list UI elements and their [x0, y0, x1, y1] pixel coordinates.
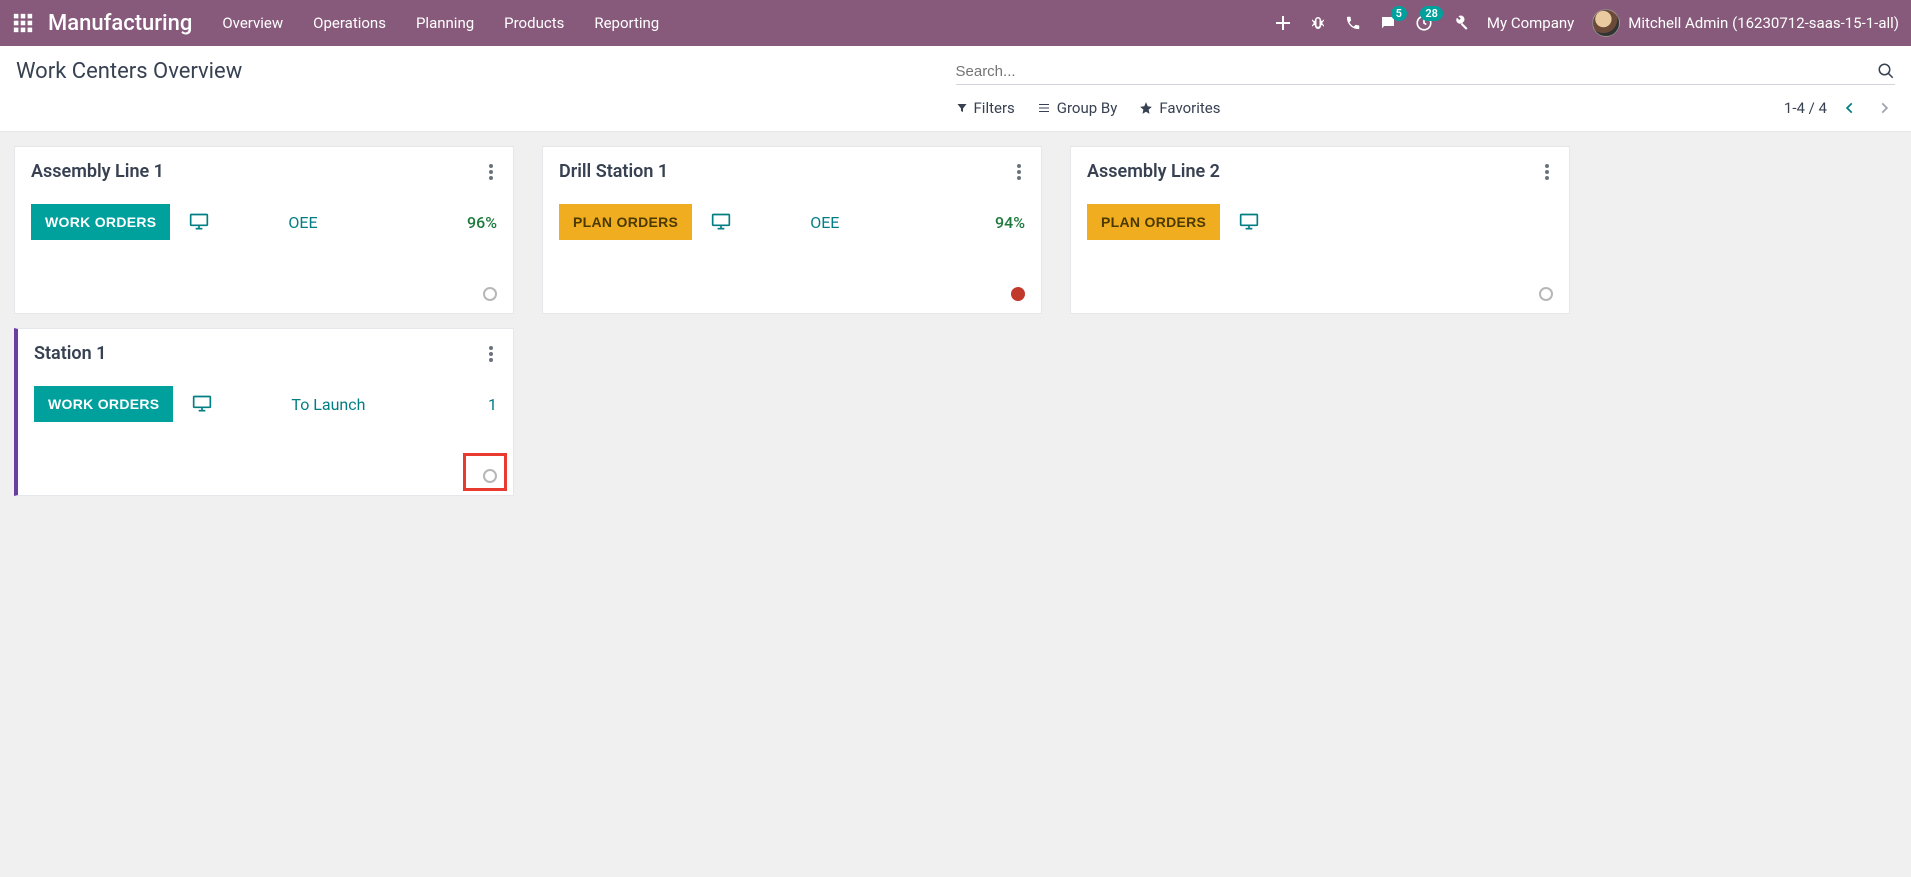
app-brand[interactable]: Manufacturing	[48, 11, 192, 36]
status-dot[interactable]	[483, 469, 497, 483]
dots-vertical-icon	[1017, 164, 1021, 180]
kanban-column-1: Assembly Line 1 WORK ORDERS OEE 96% Stat…	[14, 146, 514, 496]
user-menu[interactable]: Mitchell Admin (16230712-saas-15-1-all)	[1592, 9, 1899, 37]
plus-icon[interactable]	[1275, 15, 1291, 31]
dots-vertical-icon	[489, 346, 493, 362]
card-menu-icon[interactable]	[1013, 162, 1025, 182]
card-assembly-line-2[interactable]: Assembly Line 2 PLAN ORDERS	[1070, 146, 1570, 314]
search-icon[interactable]	[1877, 62, 1895, 80]
favorites-label: Favorites	[1159, 99, 1220, 117]
messages-badge: 5	[1391, 6, 1407, 21]
monitor-icon[interactable]	[191, 394, 213, 414]
activities-icon[interactable]: 28	[1415, 14, 1433, 32]
nav-planning[interactable]: Planning	[416, 14, 474, 32]
pager-prev[interactable]	[1839, 97, 1861, 119]
dots-vertical-icon	[489, 164, 493, 180]
kanban-column-3: Assembly Line 2 PLAN ORDERS	[1070, 146, 1570, 496]
chevron-left-icon	[1843, 101, 1857, 115]
groupby-button[interactable]: Group By	[1037, 99, 1118, 117]
plan-orders-button[interactable]: PLAN ORDERS	[1087, 204, 1220, 240]
oee-label[interactable]: OEE	[288, 213, 317, 232]
funnel-icon	[956, 102, 968, 114]
monitor-icon[interactable]	[188, 212, 210, 232]
control-panel: Work Centers Overview Filters Group By F…	[0, 46, 1911, 132]
card-menu-icon[interactable]	[485, 344, 497, 364]
monitor-icon[interactable]	[710, 212, 732, 232]
status-dot[interactable]	[1539, 287, 1553, 301]
card-title: Assembly Line 2	[1087, 161, 1220, 182]
to-launch-label[interactable]: To Launch	[291, 395, 365, 414]
work-orders-button[interactable]: WORK ORDERS	[31, 204, 170, 240]
nav-products[interactable]: Products	[504, 14, 564, 32]
oee-value[interactable]: 96%	[467, 213, 497, 232]
nav-right: 5 28 My Company Mitchell Admin (16230712…	[1275, 9, 1899, 37]
favorites-button[interactable]: Favorites	[1139, 99, 1220, 117]
chevron-right-icon	[1877, 101, 1891, 115]
user-name: Mitchell Admin (16230712-saas-15-1-all)	[1628, 14, 1899, 32]
card-title: Assembly Line 1	[31, 161, 164, 182]
filters-button[interactable]: Filters	[956, 99, 1015, 117]
card-title: Station 1	[34, 343, 106, 364]
nav-reporting[interactable]: Reporting	[594, 14, 659, 32]
to-launch-value[interactable]: 1	[488, 395, 497, 414]
status-dot[interactable]	[1011, 287, 1025, 301]
page-title: Work Centers Overview	[16, 59, 956, 84]
main-nav: Manufacturing Overview Operations Planni…	[0, 0, 1911, 46]
monitor-icon[interactable]	[1238, 212, 1260, 232]
filter-bar: Filters Group By Favorites	[956, 99, 1221, 117]
apps-icon[interactable]	[12, 12, 34, 34]
card-title: Drill Station 1	[559, 161, 668, 182]
plan-orders-button[interactable]: PLAN ORDERS	[559, 204, 692, 240]
list-icon	[1037, 102, 1051, 114]
company-selector[interactable]: My Company	[1487, 14, 1574, 32]
search-bar	[956, 58, 1896, 85]
pager-text[interactable]: 1-4 / 4	[1784, 99, 1827, 117]
filters-label: Filters	[974, 99, 1015, 117]
card-drill-station-1[interactable]: Drill Station 1 PLAN ORDERS OEE 94%	[542, 146, 1042, 314]
status-dot[interactable]	[483, 287, 497, 301]
card-menu-icon[interactable]	[1541, 162, 1553, 182]
kanban-column-2: Drill Station 1 PLAN ORDERS OEE 94%	[542, 146, 1042, 496]
search-input[interactable]	[956, 63, 1878, 80]
groupby-label: Group By	[1057, 99, 1118, 117]
nav-menu: Overview Operations Planning Products Re…	[222, 14, 659, 32]
phone-icon[interactable]	[1345, 15, 1361, 31]
activities-badge: 28	[1420, 6, 1443, 21]
oee-label[interactable]: OEE	[810, 213, 839, 232]
card-menu-icon[interactable]	[485, 162, 497, 182]
card-assembly-line-1[interactable]: Assembly Line 1 WORK ORDERS OEE 96%	[14, 146, 514, 314]
oee-value[interactable]: 94%	[995, 213, 1025, 232]
star-icon	[1139, 101, 1153, 115]
tools-icon[interactable]	[1451, 14, 1469, 32]
pager: 1-4 / 4	[1784, 97, 1895, 119]
dots-vertical-icon	[1545, 164, 1549, 180]
nav-operations[interactable]: Operations	[313, 14, 386, 32]
nav-overview[interactable]: Overview	[222, 14, 283, 32]
avatar	[1592, 9, 1620, 37]
kanban-view: Assembly Line 1 WORK ORDERS OEE 96% Stat…	[0, 132, 1911, 510]
card-station-1[interactable]: Station 1 WORK ORDERS To Launch 1	[14, 328, 514, 496]
pager-next[interactable]	[1873, 97, 1895, 119]
bug-icon[interactable]	[1309, 14, 1327, 32]
work-orders-button[interactable]: WORK ORDERS	[34, 386, 173, 422]
messages-icon[interactable]: 5	[1379, 14, 1397, 32]
